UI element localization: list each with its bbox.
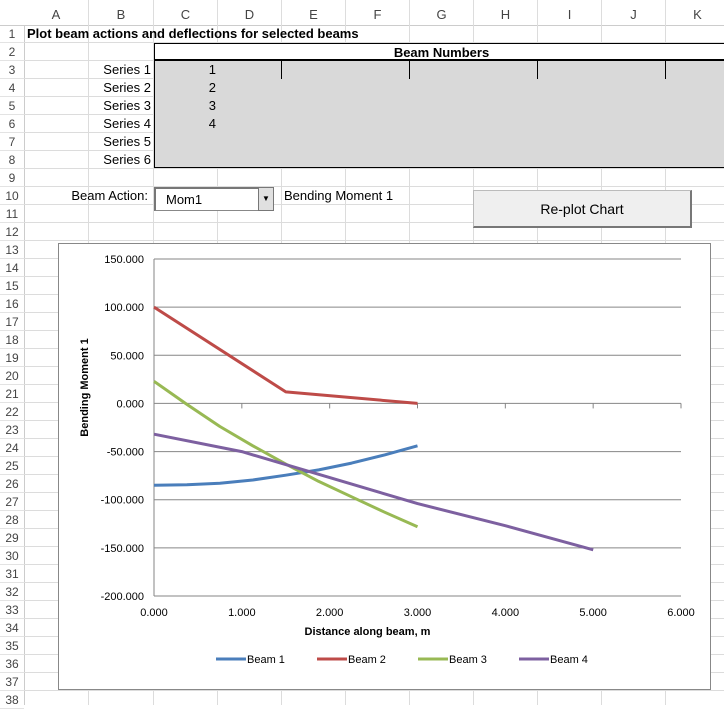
chart[interactable]: 150.000 100.000 50.000 0.000 -50.000 -100.000… bbox=[58, 243, 711, 690]
row-header-14[interactable]: 14 bbox=[0, 259, 24, 277]
series-beam-number[interactable]: 3 bbox=[154, 97, 216, 115]
row-header-31[interactable]: 31 bbox=[0, 565, 24, 583]
row-header-1[interactable]: 1 bbox=[0, 25, 24, 43]
row-header-29[interactable]: 29 bbox=[0, 529, 24, 547]
y-tick-label: -200.000 bbox=[101, 591, 144, 603]
legend-label-beam-2: Beam 2 bbox=[348, 654, 386, 666]
row-header-13[interactable]: 13 bbox=[0, 241, 24, 259]
x-tick-label: 4.000 bbox=[492, 607, 520, 619]
row-header-16[interactable]: 16 bbox=[0, 295, 24, 313]
series-label: Series 5 bbox=[103, 134, 151, 149]
y-tick-label: -100.000 bbox=[101, 495, 144, 507]
column-header-i[interactable]: I bbox=[538, 0, 602, 25]
row-header-20[interactable]: 20 bbox=[0, 367, 24, 385]
x-tick-label: 6.000 bbox=[667, 607, 695, 619]
row-header-4[interactable]: 4 bbox=[0, 79, 24, 97]
beam-action-dropdown[interactable]: Mom1 ▼ bbox=[154, 187, 274, 211]
divider bbox=[537, 61, 538, 79]
series-beam-number[interactable]: 4 bbox=[154, 115, 216, 133]
column-header-c[interactable]: C bbox=[154, 0, 218, 25]
row-header-34[interactable]: 34 bbox=[0, 619, 24, 637]
column-header-b[interactable]: B bbox=[89, 0, 154, 25]
sheet-title: Plot beam actions and deflections for se… bbox=[27, 26, 359, 41]
divider bbox=[665, 61, 666, 79]
row-header-38[interactable]: 38 bbox=[0, 691, 24, 709]
beam-action-value: Mom1 bbox=[166, 192, 203, 207]
row-header-9[interactable]: 9 bbox=[0, 169, 24, 187]
row-header-19[interactable]: 19 bbox=[0, 349, 24, 367]
row-header-25[interactable]: 25 bbox=[0, 457, 24, 475]
series-beam-number[interactable] bbox=[154, 151, 216, 169]
column-header-a[interactable]: A bbox=[24, 0, 89, 25]
row-header-23[interactable]: 23 bbox=[0, 421, 24, 439]
legend-label-beam-3: Beam 3 bbox=[449, 654, 487, 666]
legend-label-beam-4: Beam 4 bbox=[550, 654, 588, 666]
beam-action-label: Beam Action: bbox=[71, 188, 148, 203]
column-header-f[interactable]: F bbox=[346, 0, 410, 25]
y-tick-label: 50.000 bbox=[110, 350, 144, 362]
row-header-18[interactable]: 18 bbox=[0, 331, 24, 349]
row-header-6[interactable]: 6 bbox=[0, 115, 24, 133]
row-header-10[interactable]: 10 bbox=[0, 187, 24, 205]
series-beam-number[interactable]: 1 bbox=[154, 61, 216, 79]
row-header-37[interactable]: 37 bbox=[0, 673, 24, 691]
row-header-28[interactable]: 28 bbox=[0, 511, 24, 529]
x-tick-label: 0.000 bbox=[140, 607, 168, 619]
divider bbox=[281, 61, 282, 79]
series-beam-number[interactable] bbox=[154, 133, 216, 151]
row-header-30[interactable]: 30 bbox=[0, 547, 24, 565]
row-header-11[interactable]: 11 bbox=[0, 205, 24, 223]
series-label: Series 3 bbox=[103, 98, 151, 113]
row-header-24[interactable]: 24 bbox=[0, 439, 24, 457]
column-headers: ABCDEFGHIJK bbox=[0, 0, 724, 26]
y-tick-label: -50.000 bbox=[107, 447, 144, 459]
row-header-2[interactable]: 2 bbox=[0, 43, 24, 61]
column-header-k[interactable]: K bbox=[666, 0, 724, 25]
row-header-8[interactable]: 8 bbox=[0, 151, 24, 169]
column-header-e[interactable]: E bbox=[282, 0, 346, 25]
x-tick-label: 1.000 bbox=[228, 607, 256, 619]
row-header-3[interactable]: 3 bbox=[0, 61, 24, 79]
series-label: Series 1 bbox=[103, 62, 151, 77]
column-header-j[interactable]: J bbox=[602, 0, 666, 25]
y-tick-label: 0.000 bbox=[116, 398, 144, 410]
replot-chart-button[interactable]: Re-plot Chart bbox=[473, 190, 692, 228]
row-header-12[interactable]: 12 bbox=[0, 223, 24, 241]
x-tick-label: 3.000 bbox=[404, 607, 432, 619]
series-label: Series 6 bbox=[103, 152, 151, 167]
row-headers: 1 2 3 4 5 6 7 8 9 10 11 12 13 14 15 16 17 18 19 20 21 22 23 24 2… bbox=[0, 25, 25, 709]
row-header-5[interactable]: 5 bbox=[0, 97, 24, 115]
x-tick-label: 5.000 bbox=[579, 607, 607, 619]
y-tick-label: -150.000 bbox=[101, 543, 144, 555]
row-header-35[interactable]: 35 bbox=[0, 637, 24, 655]
series-beam-number[interactable]: 2 bbox=[154, 79, 216, 97]
row-header-7[interactable]: 7 bbox=[0, 133, 24, 151]
y-tick-label: 100.000 bbox=[104, 302, 144, 314]
chevron-down-icon[interactable]: ▼ bbox=[258, 187, 274, 211]
beam-numbers-header: Beam Numbers bbox=[154, 43, 724, 61]
divider bbox=[409, 61, 410, 79]
row-header-21[interactable]: 21 bbox=[0, 385, 24, 403]
beam-action-description: Bending Moment 1 bbox=[284, 188, 394, 203]
y-axis-title: Bending Moment 1 bbox=[79, 338, 91, 436]
series-label: Series 2 bbox=[103, 80, 151, 95]
x-tick-label: 2.000 bbox=[316, 607, 344, 619]
row-header-27[interactable]: 27 bbox=[0, 493, 24, 511]
row-header-26[interactable]: 26 bbox=[0, 475, 24, 493]
row-header-36[interactable]: 36 bbox=[0, 655, 24, 673]
beam-numbers-table[interactable] bbox=[154, 43, 724, 168]
row-header-32[interactable]: 32 bbox=[0, 583, 24, 601]
row-header-22[interactable]: 22 bbox=[0, 403, 24, 421]
series-label: Series 4 bbox=[103, 116, 151, 131]
row-header-15[interactable]: 15 bbox=[0, 277, 24, 295]
column-header-d[interactable]: D bbox=[218, 0, 282, 25]
column-header-h[interactable]: H bbox=[474, 0, 538, 25]
y-tick-label: 150.000 bbox=[104, 254, 144, 266]
row-header-33[interactable]: 33 bbox=[0, 601, 24, 619]
x-axis-title: Distance along beam, m bbox=[305, 626, 431, 638]
column-header-g[interactable]: G bbox=[410, 0, 474, 25]
chart-svg: 150.000 100.000 50.000 0.000 -50.000 -100.000… bbox=[79, 254, 695, 666]
row-header-17[interactable]: 17 bbox=[0, 313, 24, 331]
legend-label-beam-1: Beam 1 bbox=[247, 654, 285, 666]
